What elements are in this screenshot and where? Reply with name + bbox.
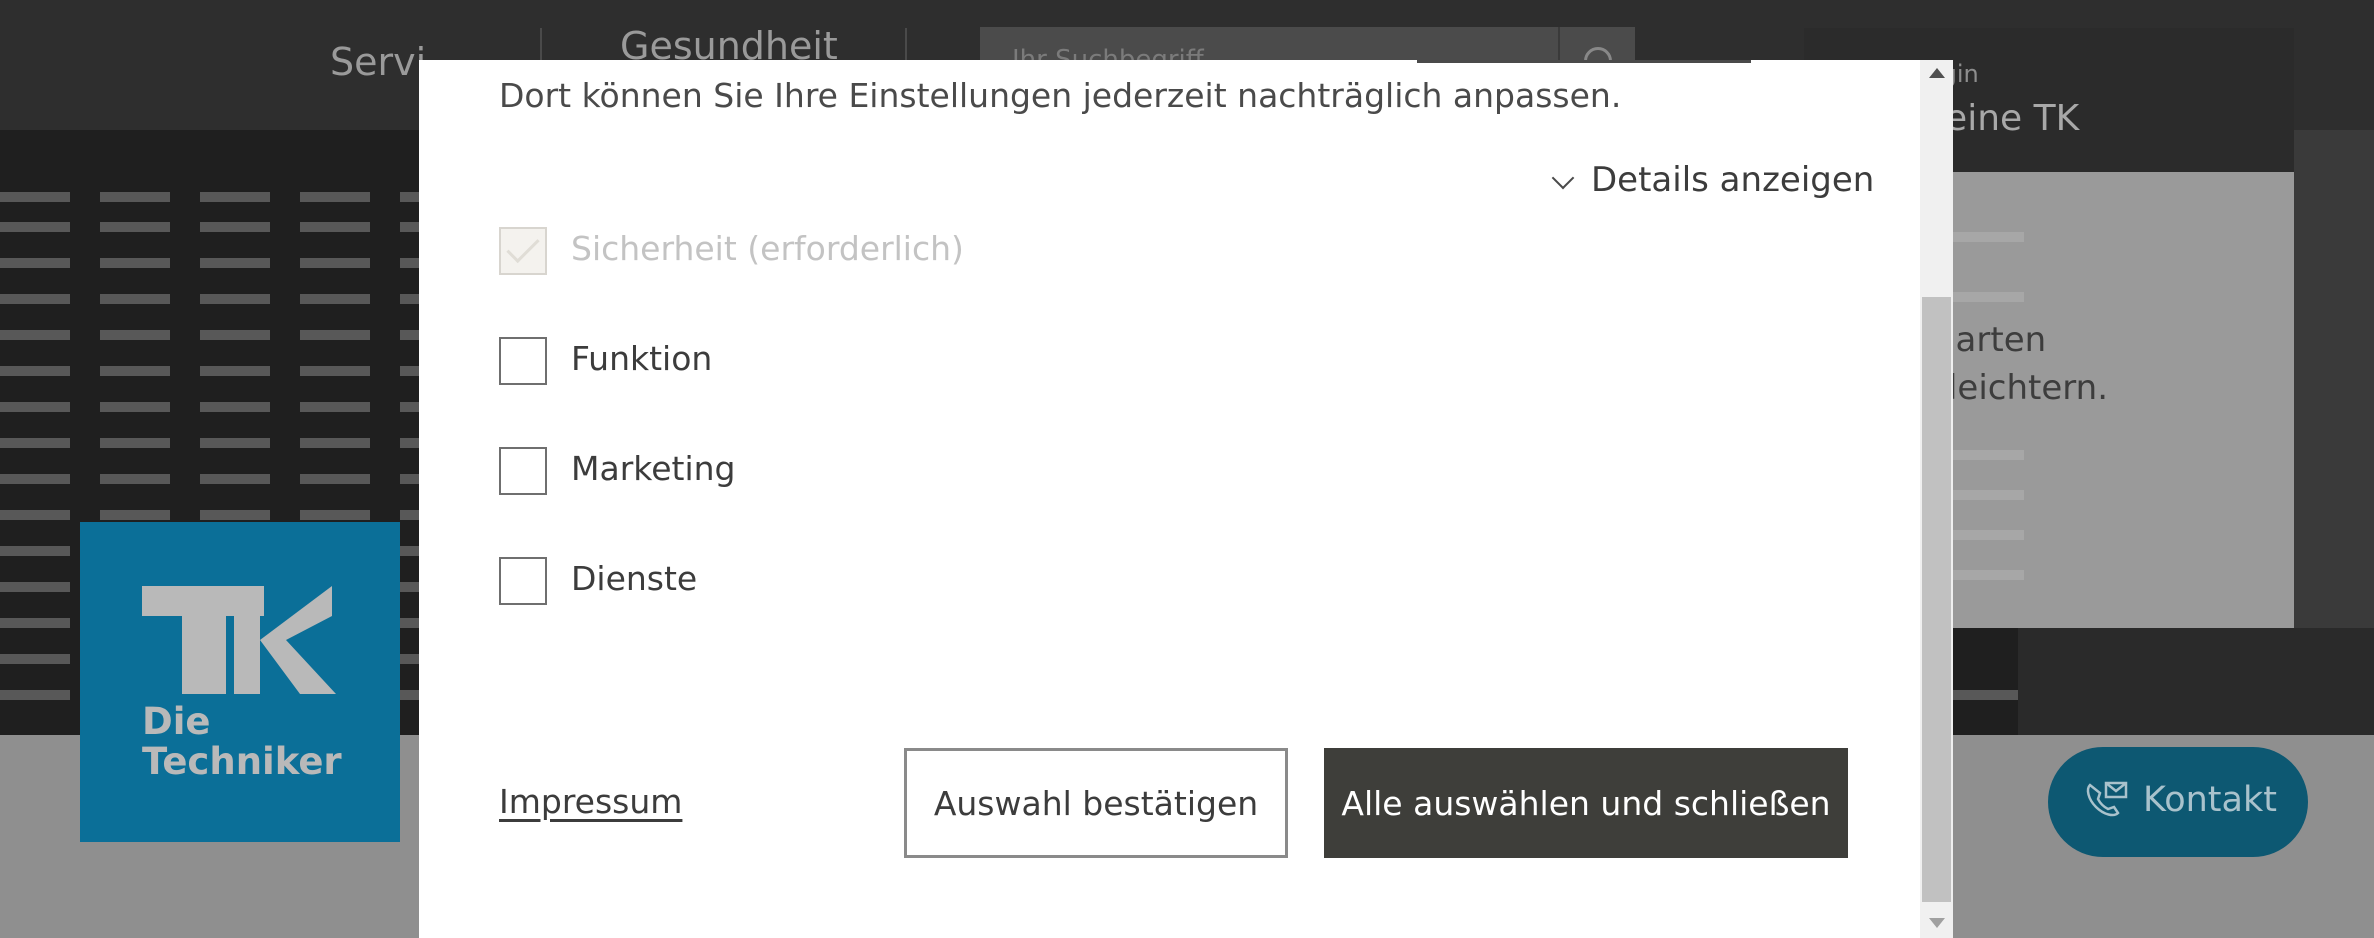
option-label: Sicherheit (erforderlich) bbox=[571, 229, 964, 268]
hero-texture bbox=[0, 510, 420, 520]
details-label: Details anzeigen bbox=[1591, 160, 1875, 200]
hero-texture bbox=[0, 330, 420, 340]
option-dienste[interactable]: Dienste bbox=[499, 557, 1099, 607]
hero-texture bbox=[0, 258, 420, 268]
logo-text-die: Die bbox=[142, 700, 211, 743]
hero-texture bbox=[0, 438, 420, 448]
checkmark-icon bbox=[506, 229, 540, 264]
hero-texture bbox=[0, 294, 420, 304]
hero-texture bbox=[0, 474, 420, 484]
intro-text: Dort können Sie Ihre Einstellungen jeder… bbox=[499, 76, 1622, 115]
option-label[interactable]: Dienste bbox=[571, 559, 697, 598]
scrollbar-thumb[interactable] bbox=[1922, 297, 1951, 902]
hero-texture bbox=[0, 222, 420, 232]
hero-texture bbox=[0, 192, 420, 202]
checkbox-funktion[interactable] bbox=[499, 337, 547, 385]
accept-all-button[interactable]: Alle auswählen und schließen bbox=[1324, 748, 1848, 858]
option-marketing[interactable]: Marketing bbox=[499, 447, 1099, 497]
side-panel-text: rleichtern. bbox=[1934, 368, 2109, 408]
checkbox-sicherheit bbox=[499, 227, 547, 275]
impressum-link[interactable]: Impressum bbox=[499, 782, 682, 821]
scroll-down-arrow-icon[interactable] bbox=[1929, 918, 1945, 928]
hero-texture bbox=[0, 402, 420, 412]
scroll-up-arrow-icon[interactable] bbox=[1929, 68, 1945, 78]
kontakt-button[interactable]: Kontakt bbox=[2048, 747, 2308, 857]
tk-logo-icon bbox=[142, 586, 336, 694]
nav-item-service[interactable]: Servi bbox=[330, 40, 426, 84]
hero-edge-dark bbox=[2018, 628, 2374, 735]
option-sicherheit: Sicherheit (erforderlich) bbox=[499, 227, 1099, 277]
chevron-down-icon bbox=[1551, 166, 1575, 190]
link-underline bbox=[1417, 60, 1751, 63]
confirm-selection-button[interactable]: Auswahl bestätigen bbox=[904, 748, 1288, 858]
checkbox-marketing[interactable] bbox=[499, 447, 547, 495]
checkbox-dienste[interactable] bbox=[499, 557, 547, 605]
option-funktion[interactable]: Funktion bbox=[499, 337, 1099, 387]
tk-logo[interactable]: Die Techniker bbox=[80, 522, 400, 842]
option-label[interactable]: Marketing bbox=[571, 449, 735, 488]
modal-scrollbar[interactable] bbox=[1920, 60, 1953, 938]
phone-mail-icon bbox=[2086, 781, 2128, 817]
kontakt-label: Kontakt bbox=[2143, 780, 2277, 820]
option-label[interactable]: Funktion bbox=[571, 339, 712, 378]
hero-texture bbox=[0, 366, 420, 376]
cookie-consent-dialog: Dort können Sie Ihre Einstellungen jeder… bbox=[419, 60, 1953, 938]
logo-text-techniker: Techniker bbox=[142, 740, 342, 783]
hero-texture bbox=[1950, 690, 2018, 700]
